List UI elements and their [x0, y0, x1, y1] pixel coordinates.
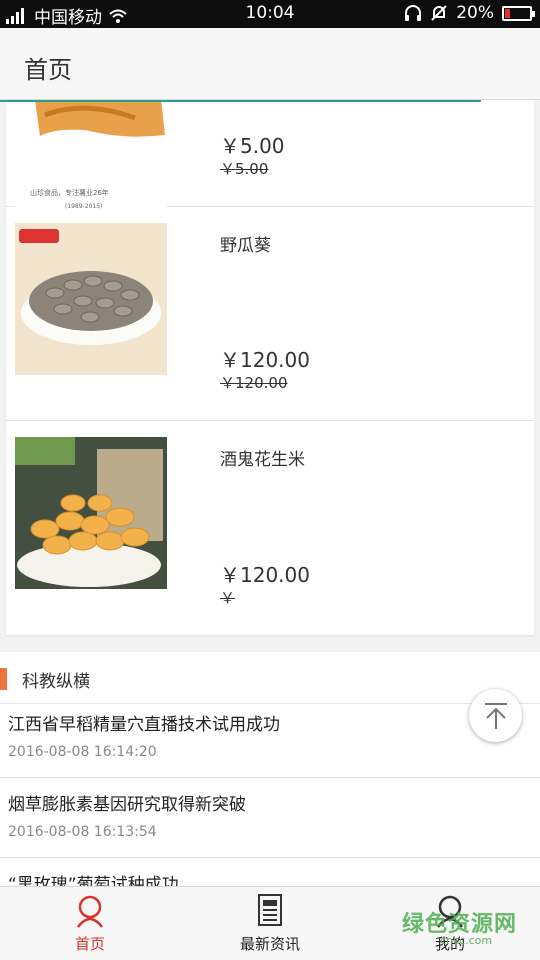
tab-home[interactable]: 首页: [0, 887, 180, 960]
battery-percent: 20%: [456, 3, 494, 23]
news-title: 烟草膨胀素基因研究取得新突破: [8, 795, 246, 815]
clock: 10:04: [245, 3, 295, 23]
watermark-domain: cncc.com: [440, 934, 493, 947]
battery-icon: [502, 5, 535, 21]
news-section-title: 科教纵横: [22, 672, 90, 692]
news-date: 2016-08-08 16:13:54: [8, 824, 157, 840]
image-caption: 山珍食品，专注薯业26年: [30, 189, 109, 197]
product-price: ￥120.00: [220, 563, 310, 587]
product-name: 酒鬼花生米: [220, 450, 305, 470]
tab-label: 最新资讯: [239, 935, 300, 953]
arrow-up-icon: [484, 702, 507, 729]
news-item[interactable]: 江西省早稻精量穴直播技术试用成功 2016-08-08 16:14:20: [0, 698, 540, 778]
page-title: 首页: [24, 56, 72, 84]
tab-label: 首页: [74, 935, 105, 953]
back-to-top-button[interactable]: [469, 689, 522, 742]
status-bar: 中国移动 10:04 20%: [0, 0, 540, 28]
product-price: ￥5.00: [220, 134, 285, 158]
news-section-header: 科教纵横: [0, 652, 540, 704]
section-accent: [0, 668, 7, 690]
tab-news[interactable]: 最新资讯: [180, 887, 360, 960]
product-item[interactable]: 山珍食品，专注薯业26年 (1989-2015) ￥5.00 ￥5.00: [6, 100, 534, 212]
news-icon: [258, 894, 282, 926]
product-image: [15, 223, 167, 375]
product-original-price: ￥5.00: [220, 160, 269, 178]
news-section: 科教纵横 江西省早稻精量穴直播技术试用成功 2016-08-08 16:14:2…: [0, 652, 540, 892]
product-list: 山珍食品，专注薯业26年 (1989-2015) ￥5.00 ￥5.00 野瓜葵…: [6, 100, 534, 635]
app-header: 首页: [0, 28, 540, 100]
muted-bell-icon: [431, 5, 447, 21]
product-item[interactable]: 酒鬼花生米 ￥120.00 ￥: [6, 421, 534, 635]
news-date: 2016-08-08 16:14:20: [8, 744, 157, 760]
news-title: 江西省早稻精量穴直播技术试用成功: [8, 715, 280, 735]
product-original-price: ￥120.00: [220, 374, 288, 392]
product-price: ￥120.00: [220, 348, 310, 372]
product-item[interactable]: 野瓜葵 ￥120.00 ￥120.00: [6, 207, 534, 421]
watermark: 绿色资源网 cncc.com: [402, 906, 517, 947]
product-image: [15, 437, 167, 589]
news-item[interactable]: 烟草膨胀素基因研究取得新突破 2016-08-08 16:13:54: [0, 778, 540, 858]
product-original-price: ￥: [220, 589, 236, 607]
product-image: 山珍食品，专注薯业26年 (1989-2015): [15, 100, 167, 212]
headset-icon: [405, 5, 422, 21]
page-load-progress: [0, 100, 540, 102]
home-icon: [77, 895, 103, 928]
product-name: 野瓜葵: [220, 236, 271, 256]
